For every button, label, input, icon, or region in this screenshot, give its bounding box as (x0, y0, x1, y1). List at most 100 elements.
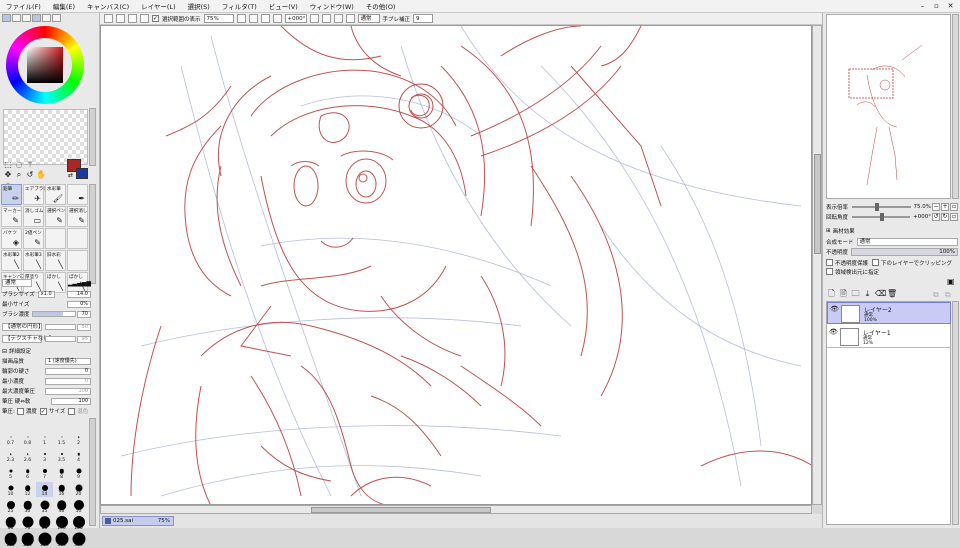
rect-select-icon[interactable]: ⬚ (3, 160, 13, 169)
brush-size-preset[interactable]: 1.5 (53, 431, 70, 446)
color-swatch-grid[interactable] (3, 109, 88, 165)
zoom-out-button[interactable] (236, 14, 246, 23)
menu-item-4[interactable]: 選択(S) (188, 1, 210, 11)
brush-size-preset[interactable]: 3 (36, 448, 53, 463)
size-checkbox[interactable]: ✓ (39, 407, 47, 415)
menu-item-3[interactable]: レイヤー(L) (141, 1, 176, 11)
brush-size-preset[interactable]: 14 (36, 482, 53, 497)
brush-tool-14[interactable]: 旧水彩 ╲ (45, 250, 66, 271)
brush-density-bar[interactable] (32, 311, 76, 317)
new-linework-layer-icon[interactable]: 🗎 (839, 289, 848, 298)
rotate-right-button[interactable] (309, 14, 319, 23)
brush-tool-7[interactable]: 選択消し ✎ (67, 206, 88, 227)
brush-size-preset[interactable]: 1 (36, 431, 53, 446)
zoom-slider-handle[interactable] (875, 202, 880, 211)
move-icon[interactable]: ✥ (3, 170, 13, 179)
new-folder-icon[interactable]: 🗀 (851, 289, 860, 298)
hue-wheel[interactable] (6, 26, 84, 104)
edge-value[interactable]: 0 (45, 367, 91, 375)
brush-tool-2[interactable]: 水彩筆 🖌 (45, 184, 66, 205)
menu-item-1[interactable]: 編集(E) (53, 1, 75, 11)
brush-size-preset[interactable]: 160 (2, 532, 19, 548)
zoom-in-nav-button[interactable]: + (941, 202, 949, 211)
zoom-reset-button[interactable] (260, 14, 270, 23)
brush-size-preset[interactable]: 200 (19, 532, 36, 548)
brush-size-preset[interactable]: 350 (70, 532, 87, 548)
navigator-preview[interactable] (826, 14, 951, 199)
clipping-checkbox[interactable] (872, 259, 880, 266)
hsv-slider-mode-button[interactable] (22, 14, 31, 22)
menu-item-0[interactable]: ファイル(F) (6, 1, 41, 11)
hand-icon[interactable]: ✋ (36, 170, 46, 179)
horizontal-scroll-thumb[interactable] (311, 507, 491, 513)
brush-size-preset[interactable]: 4 (70, 448, 87, 463)
redo-button[interactable] (116, 14, 125, 23)
brush-tool-10[interactable] (45, 228, 66, 249)
restore-icon[interactable]: ▫ (932, 2, 941, 10)
texture-select[interactable]: 【テクスチャなし】 (2, 335, 54, 343)
zoom-reset-nav-button[interactable]: ▫ (950, 202, 958, 211)
layer-row[interactable]: 👁 レイヤー2 通常 100% (827, 302, 951, 324)
brush-tool-8[interactable]: バケツ ◈ (1, 228, 22, 249)
paper-effect-header[interactable]: ⊞ 画材効果 (826, 226, 958, 235)
menu-item-6[interactable]: ビュー(V) (269, 1, 298, 11)
show-selection-checkbox[interactable]: ✓ (152, 15, 159, 22)
brush-size-multiplier[interactable]: x1.0 (37, 290, 55, 298)
brush-size-preset[interactable]: 250 (36, 532, 53, 548)
rotate-reset-nav-button[interactable]: ▫ (950, 212, 958, 221)
clear-layer-icon[interactable]: ⌫ (875, 289, 886, 298)
color-wheel-mode-button[interactable] (2, 14, 11, 22)
background-color[interactable] (76, 168, 88, 179)
brush-size-preset[interactable]: 6 (19, 465, 36, 480)
menu-item-8[interactable]: その他(O) (366, 1, 396, 11)
quality-select[interactable]: 1 (速度優先) (45, 357, 91, 365)
rotate-slider[interactable] (852, 212, 911, 221)
brush-shape-select[interactable]: 【通常の円形】 (2, 323, 44, 331)
brush-shape-icons[interactable]: ▂▃▄▅▆ (68, 280, 91, 287)
brush-size-preset[interactable]: 80 (36, 516, 53, 531)
zoom-out-nav-button[interactable]: − (932, 202, 940, 211)
navigator-scrollbar[interactable] (952, 14, 959, 199)
zoom-slider[interactable] (852, 202, 911, 211)
brush-size-preset[interactable]: 120 (70, 516, 87, 531)
brush-tool-3[interactable]: ✒ (67, 184, 88, 205)
undo-button[interactable] (104, 14, 113, 23)
brush-tool-1[interactable]: エアブラシ ✈ (23, 184, 48, 205)
brush-size-preset[interactable]: 10 (2, 482, 19, 497)
pressure-value[interactable]: 100 (51, 397, 91, 405)
brush-size-preset[interactable]: 9 (70, 465, 87, 480)
menu-item-2[interactable]: キャンバス(C) (87, 1, 129, 11)
visibility-icon[interactable]: 👁 (829, 328, 838, 336)
swap-colors-icon[interactable]: ⇄ (68, 172, 73, 179)
saturation-value-square[interactable] (27, 47, 63, 83)
rotate-left-button[interactable] (272, 14, 282, 23)
brush-size-preset[interactable]: 60 (2, 516, 19, 531)
swatch-mode-button[interactable] (32, 14, 41, 22)
brush-size-preset[interactable]: 50 (70, 499, 87, 514)
flip-horizontal-button[interactable] (333, 14, 343, 23)
brush-size-preset[interactable]: 100 (53, 516, 70, 531)
brush-tool-4[interactable]: マーカー ✎ (1, 206, 22, 227)
rgb-slider-mode-button[interactable] (12, 14, 21, 22)
layer-lock-icon[interactable]: ⧉ (933, 290, 939, 300)
vertical-scroll-thumb[interactable] (814, 154, 821, 254)
flip-vertical-button[interactable] (345, 14, 355, 23)
brush-tool-9[interactable]: 2値ペン ✎ (23, 228, 44, 249)
layer-blend-select[interactable]: 通常 (856, 237, 958, 246)
close-icon[interactable]: ✕ (946, 2, 955, 10)
brush-size-preset[interactable]: 3.5 (53, 448, 70, 463)
swatch-scrollbar[interactable] (89, 108, 96, 166)
menu-item-7[interactable]: ウィンドウ(W) (310, 1, 354, 11)
brush-size-preset[interactable]: 2.6 (19, 448, 36, 463)
brush-scrollbar[interactable] (89, 184, 96, 284)
brush-size-preset[interactable]: 20 (70, 482, 87, 497)
brush-size-preset[interactable]: 300 (53, 532, 70, 548)
zoom-icon[interactable]: ⌕ (14, 170, 24, 179)
expand-icon[interactable]: ⊞ (826, 228, 831, 234)
magic-wand-icon[interactable]: ⚚ (25, 160, 35, 169)
lasso-icon[interactable]: ◌ (14, 160, 24, 169)
rotation-field[interactable]: +000° (284, 14, 307, 23)
brush-size-preset[interactable]: 2.3 (2, 448, 19, 463)
scratch-pad-button[interactable] (52, 14, 61, 22)
new-layer-icon[interactable]: 🗋 (827, 289, 836, 298)
